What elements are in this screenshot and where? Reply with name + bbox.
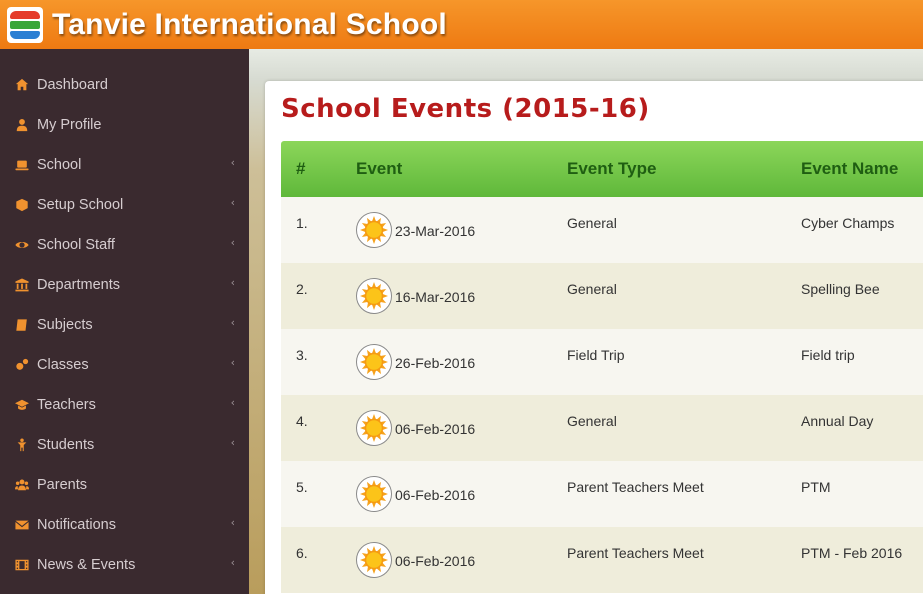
column-header-number[interactable]: # xyxy=(296,159,305,179)
event-name: Annual Day xyxy=(801,413,874,429)
event-name: Field trip xyxy=(801,347,855,363)
chevron-left-icon: ‹ xyxy=(230,276,235,289)
sun-event-icon xyxy=(356,410,392,446)
main-content: School Events (2015-16) # Event Event Ty… xyxy=(249,49,923,594)
child-icon xyxy=(14,437,30,453)
sidebar-item-students[interactable]: Students ‹ xyxy=(0,425,249,465)
table-row[interactable]: 6. 06-Feb-2016 Parent Teachers Meet PTM - F… xyxy=(281,527,923,593)
film-icon xyxy=(14,557,30,573)
sidebar-item-label: School xyxy=(37,157,82,173)
row-number: 5. xyxy=(296,479,308,495)
chevron-left-icon: ‹ xyxy=(230,516,235,529)
event-name: Spelling Bee xyxy=(801,281,880,297)
sidebar-item-subjects[interactable]: Subjects ‹ xyxy=(0,305,249,345)
event-date: 06-Feb-2016 xyxy=(395,421,476,437)
chevron-left-icon: ‹ xyxy=(230,236,235,249)
table-row[interactable]: 4. 06-Feb-2016 General Annual Day xyxy=(281,395,923,461)
sun-event-icon xyxy=(356,476,392,512)
sidebar-item-notifications[interactable]: Notifications ‹ xyxy=(0,505,249,545)
sidebar: Dashboard My Profile School ‹ Setup School ‹ S… xyxy=(0,49,249,594)
sidebar-item-label: News & Events xyxy=(37,557,136,573)
chevron-left-icon: ‹ xyxy=(230,436,235,449)
sidebar-item-label: Subjects xyxy=(37,317,93,333)
sidebar-item-departments[interactable]: Departments ‹ xyxy=(0,265,249,305)
sidebar-item-school-staff[interactable]: School Staff ‹ xyxy=(0,225,249,265)
sidebar-item-label: School Staff xyxy=(37,237,115,253)
graduation-cap-icon xyxy=(14,397,30,413)
chevron-left-icon: ‹ xyxy=(230,316,235,329)
event-type: General xyxy=(567,281,617,297)
sidebar-item-my-profile[interactable]: My Profile xyxy=(0,105,249,145)
sun-event-icon xyxy=(356,212,392,248)
event-date: 16-Mar-2016 xyxy=(395,289,476,305)
sidebar-item-parents[interactable]: Parents xyxy=(0,465,249,505)
event-type: General xyxy=(567,215,617,231)
sidebar-item-school[interactable]: School ‹ xyxy=(0,145,249,185)
event-date: 26-Feb-2016 xyxy=(395,355,476,371)
row-number: 1. xyxy=(296,215,308,231)
event-date: 23-Mar-2016 xyxy=(395,223,476,239)
sidebar-item-news-events[interactable]: News & Events ‹ xyxy=(0,545,249,585)
cube-icon xyxy=(14,197,30,213)
page-title: School Events (2015-16) xyxy=(281,94,650,124)
event-name: PTM - Feb 2016 xyxy=(801,545,903,561)
row-number: 3. xyxy=(296,347,308,363)
sun-event-icon xyxy=(356,542,392,578)
event-type: Field Trip xyxy=(567,347,625,363)
row-number: 4. xyxy=(296,413,308,429)
home-icon xyxy=(14,77,30,93)
users-icon xyxy=(14,477,30,493)
table-header: # Event Event Type Event Name xyxy=(281,141,923,197)
sidebar-item-classes[interactable]: Classes ‹ xyxy=(0,345,249,385)
sidebar-item-label: Parents xyxy=(37,477,87,493)
app-title[interactable]: Tanvie International School xyxy=(52,8,447,42)
sun-event-icon xyxy=(356,278,392,314)
sidebar-item-label: Departments xyxy=(37,277,121,293)
book-icon xyxy=(14,317,30,333)
event-name: Cyber Champs xyxy=(801,215,895,231)
sidebar-item-setup-school[interactable]: Setup School ‹ xyxy=(0,185,249,225)
school-logo-icon[interactable] xyxy=(7,6,43,43)
sidebar-item-label: Dashboard xyxy=(37,77,108,93)
table-row[interactable]: 1. 23-Mar-2016 General Cyber Champs xyxy=(281,197,923,263)
bank-icon xyxy=(14,277,30,293)
chevron-left-icon: ‹ xyxy=(230,396,235,409)
column-header-event[interactable]: Event xyxy=(356,159,402,179)
table-row[interactable]: 5. 06-Feb-2016 Parent Teachers Meet PTM xyxy=(281,461,923,527)
table-body: 1. 23-Mar-2016 General Cyber Champs 2. 16-Mar… xyxy=(281,197,923,593)
event-date: 06-Feb-2016 xyxy=(395,553,476,569)
sidebar-item-teachers[interactable]: Teachers ‹ xyxy=(0,385,249,425)
event-type: Parent Teachers Meet xyxy=(567,479,704,495)
event-type: General xyxy=(567,413,617,429)
user-icon xyxy=(14,117,30,133)
event-date: 06-Feb-2016 xyxy=(395,487,476,503)
eye-icon xyxy=(14,237,30,253)
column-header-event-type[interactable]: Event Type xyxy=(567,159,656,179)
sidebar-item-label: Students xyxy=(37,437,95,453)
table-row[interactable]: 2. 16-Mar-2016 General Spelling Bee xyxy=(281,263,923,329)
envelope-icon xyxy=(14,517,30,533)
sun-event-icon xyxy=(356,344,392,380)
cogs-icon xyxy=(14,357,30,373)
sidebar-item-label: Notifications xyxy=(37,517,116,533)
column-header-event-name[interactable]: Event Name xyxy=(801,159,898,179)
chevron-left-icon: ‹ xyxy=(230,196,235,209)
chevron-left-icon: ‹ xyxy=(230,356,235,369)
sidebar-item-label: Classes xyxy=(37,357,89,373)
event-name: PTM xyxy=(801,479,831,495)
laptop-icon xyxy=(14,157,30,173)
sidebar-item-label: Teachers xyxy=(37,397,96,413)
chevron-left-icon: ‹ xyxy=(230,556,235,569)
chevron-left-icon: ‹ xyxy=(230,156,235,169)
row-number: 2. xyxy=(296,281,308,297)
row-number: 6. xyxy=(296,545,308,561)
sidebar-item-label: Setup School xyxy=(37,197,124,213)
events-panel: School Events (2015-16) # Event Event Ty… xyxy=(265,81,923,594)
sidebar-item-label: My Profile xyxy=(37,117,102,133)
table-row[interactable]: 3. 26-Feb-2016 Field Trip Field trip xyxy=(281,329,923,395)
app-header: Tanvie International School xyxy=(0,0,923,49)
events-table: # Event Event Type Event Name 1. 23-Mar-2… xyxy=(281,141,923,593)
sidebar-item-dashboard[interactable]: Dashboard xyxy=(0,65,249,105)
event-type: Parent Teachers Meet xyxy=(567,545,704,561)
